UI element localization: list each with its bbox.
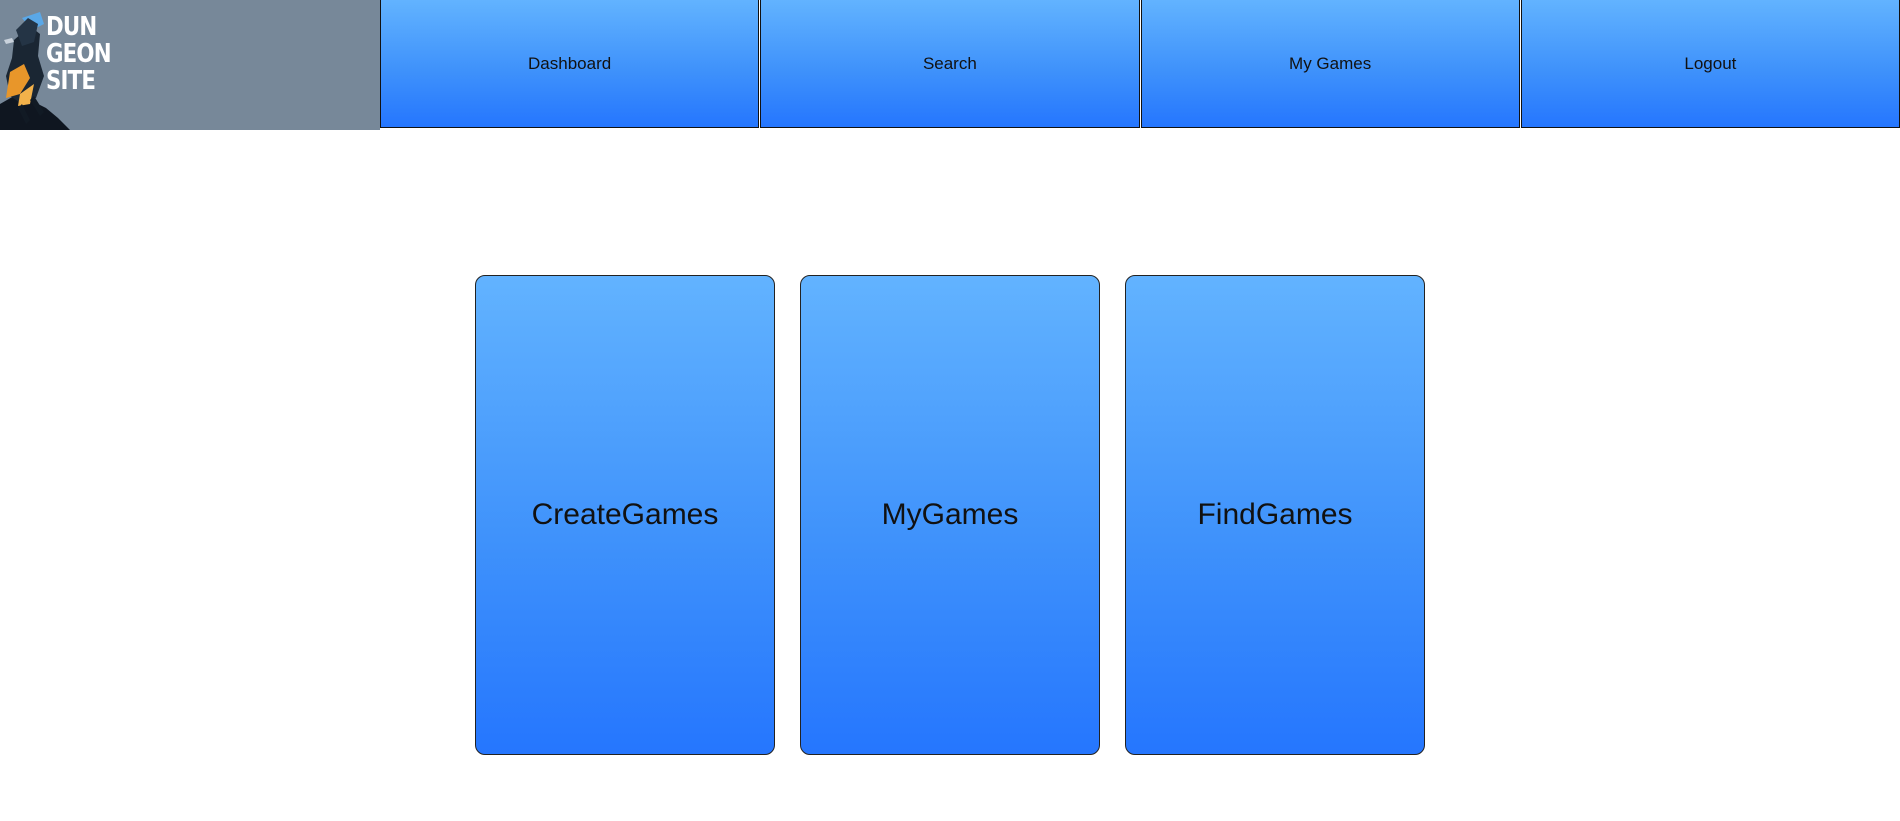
site-header: DUN GEON SITE Dashboard Search My Games … bbox=[0, 0, 1900, 130]
create-games-card[interactable]: CreateGames bbox=[475, 275, 775, 755]
logo-wordmark: DUN GEON SITE bbox=[46, 12, 112, 96]
game-actions: CreateGames MyGames FindGames bbox=[475, 275, 1425, 755]
logo-line: GEON bbox=[46, 39, 112, 69]
logo-line: SITE bbox=[46, 66, 96, 96]
nav-my-games-button[interactable]: My Games bbox=[1140, 0, 1520, 128]
nav-dashboard-button[interactable]: Dashboard bbox=[380, 0, 760, 128]
main-nav: Dashboard Search My Games Logout bbox=[380, 0, 1900, 130]
find-games-card[interactable]: FindGames bbox=[1125, 275, 1425, 755]
nav-logout-button[interactable]: Logout bbox=[1520, 0, 1900, 128]
nav-search-button[interactable]: Search bbox=[760, 0, 1140, 128]
my-games-card[interactable]: MyGames bbox=[800, 275, 1100, 755]
site-logo[interactable]: DUN GEON SITE bbox=[0, 0, 380, 130]
logo-line: DUN bbox=[46, 12, 97, 42]
